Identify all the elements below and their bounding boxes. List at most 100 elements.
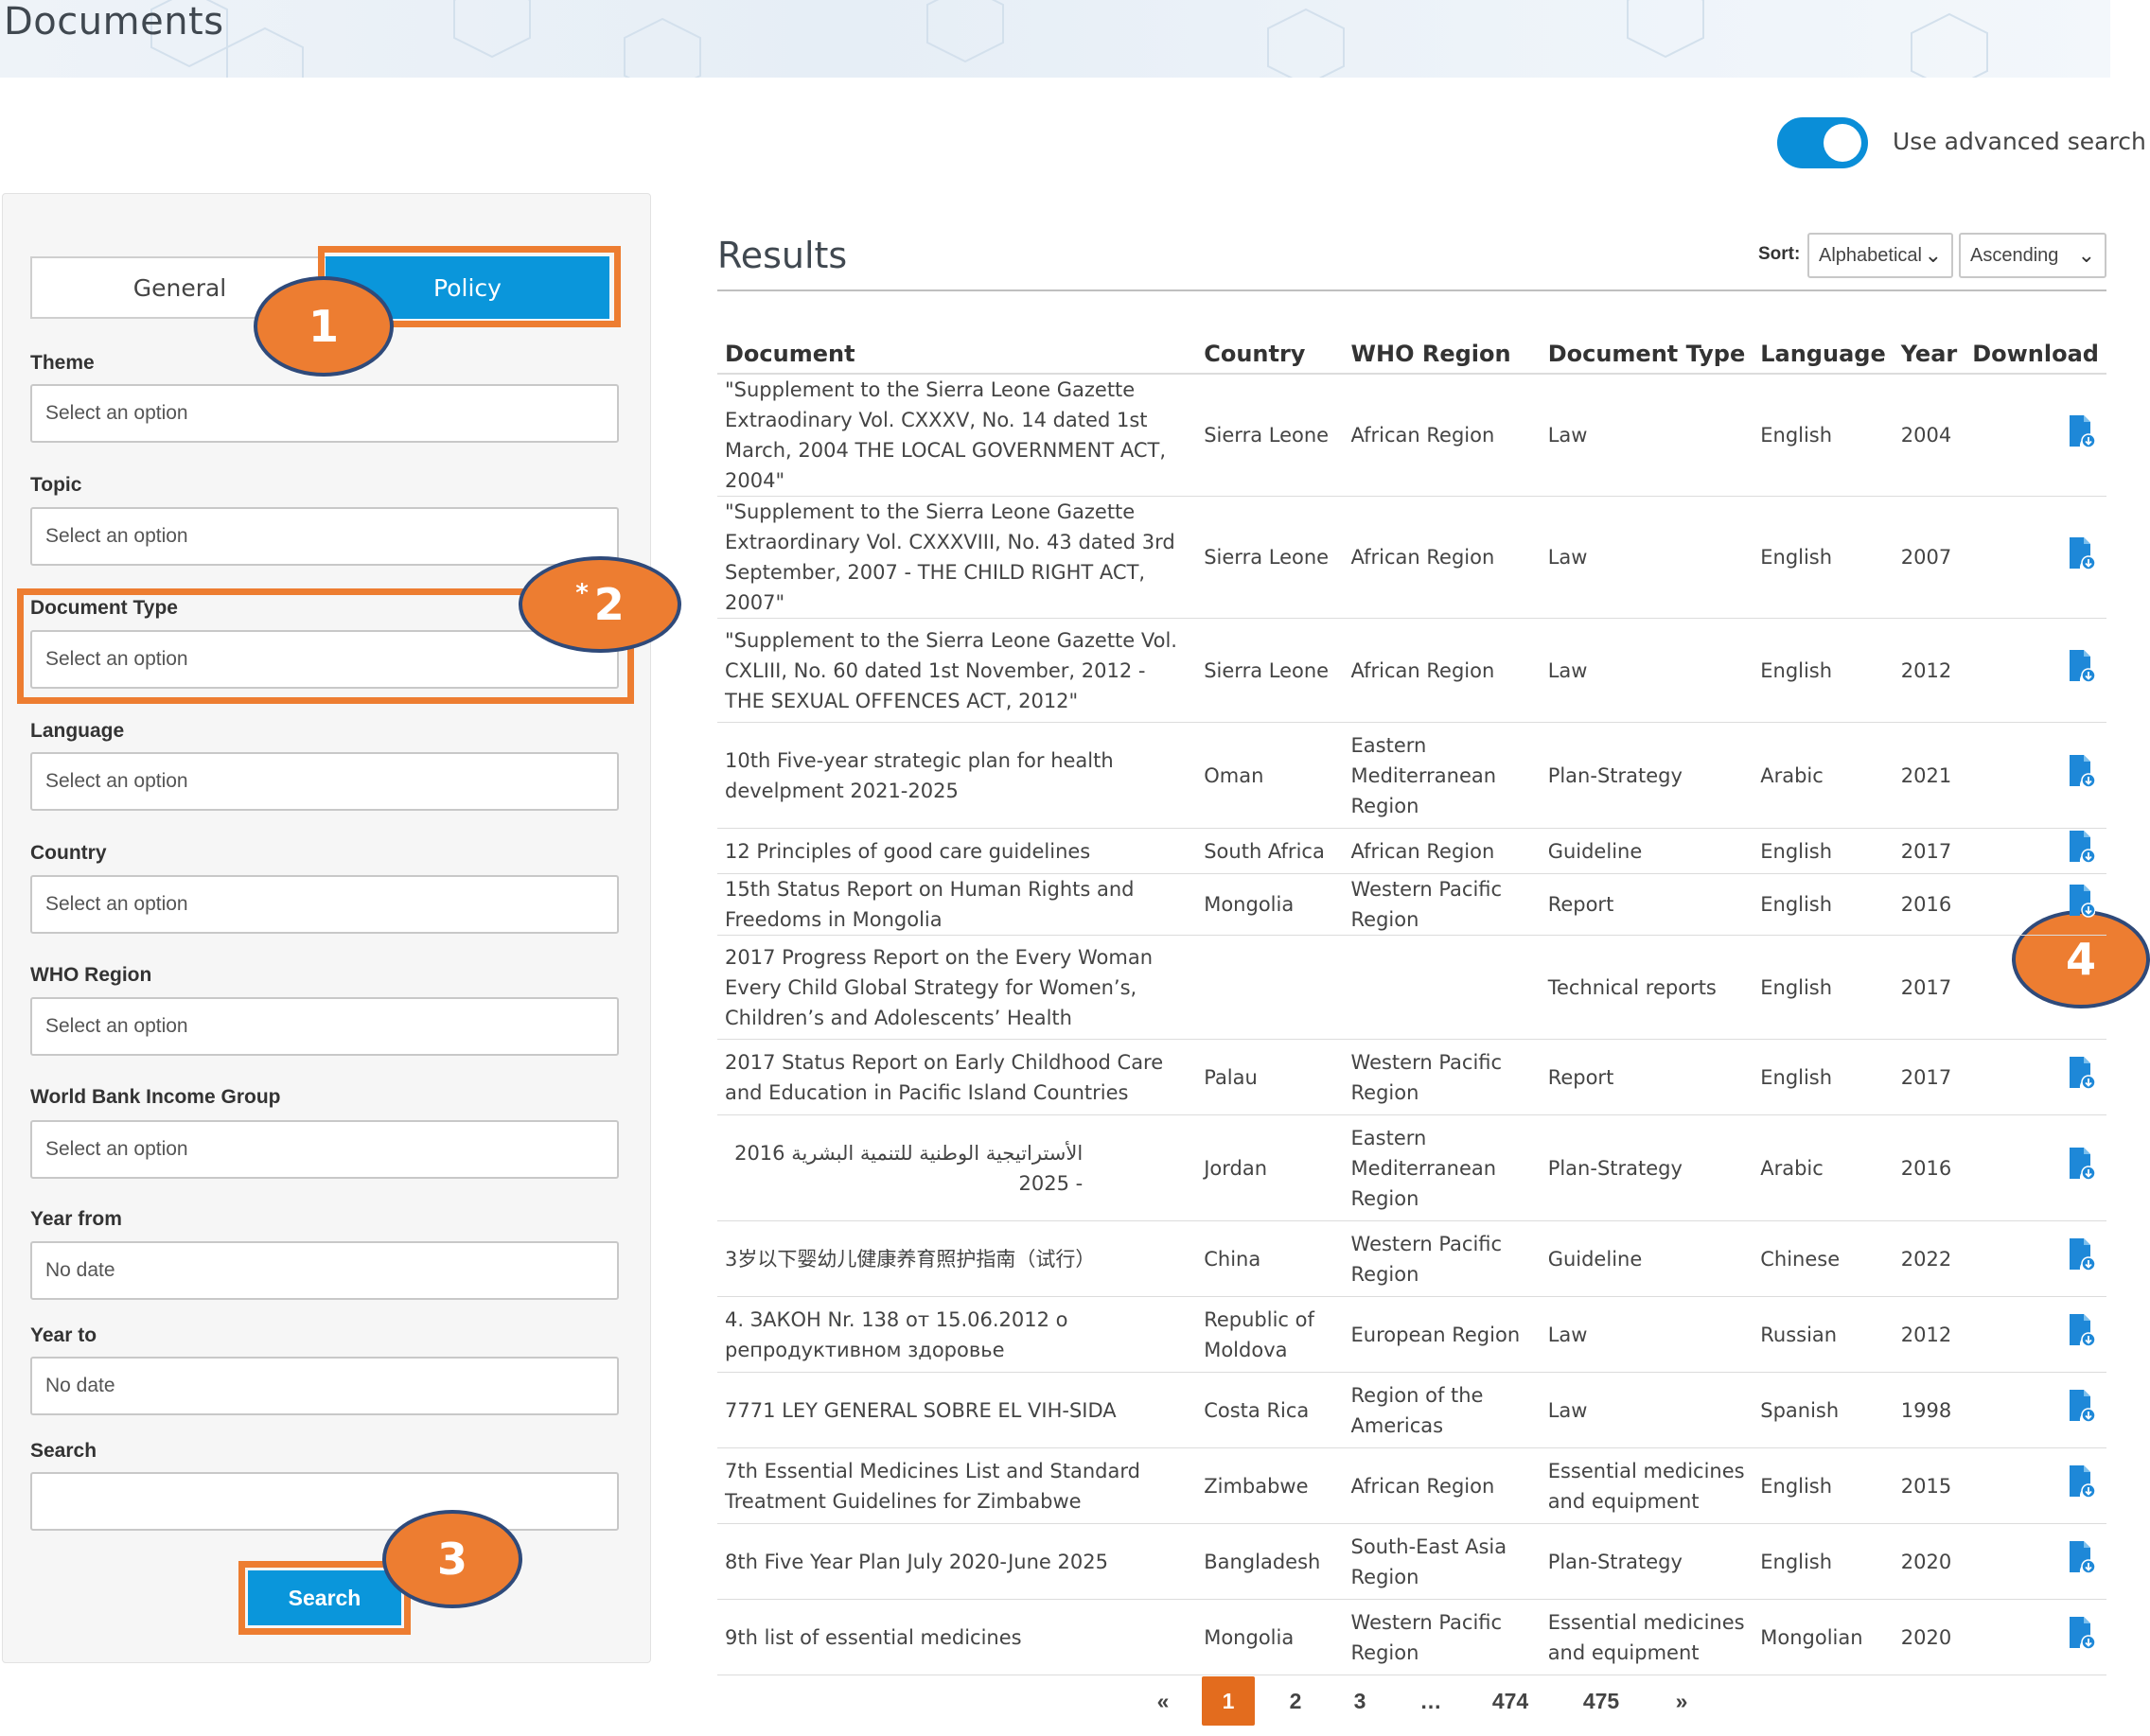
cell-type: Law bbox=[1540, 1372, 1753, 1448]
table-row[interactable]: 2017 Status Report on Early Childhood Ca… bbox=[717, 1039, 2106, 1115]
download-icon[interactable] bbox=[2067, 1540, 2095, 1574]
cell-download bbox=[1965, 873, 2106, 936]
column-header[interactable]: Year bbox=[1893, 320, 1965, 375]
pagination-ellipsis: … bbox=[1419, 1688, 1442, 1713]
pagination-page[interactable]: 1 bbox=[1202, 1676, 1255, 1726]
download-icon[interactable] bbox=[2067, 830, 2095, 864]
table-row[interactable]: 3岁以下婴幼儿健康养育照护指南（试行） China Western Pacific … bbox=[717, 1220, 2106, 1297]
cell-document[interactable]: "Supplement to the Sierra Leone Gazette … bbox=[717, 496, 1197, 619]
cell-year: 2015 bbox=[1893, 1447, 1965, 1524]
table-row[interactable]: 8th Five Year Plan July 2020-June 2025 Ba… bbox=[717, 1523, 2106, 1600]
pagination-page[interactable]: 474 bbox=[1484, 1676, 1537, 1726]
column-header[interactable]: Document Type bbox=[1540, 320, 1753, 375]
cell-document[interactable]: 3岁以下婴幼儿健康养育照护指南（试行） bbox=[717, 1220, 1197, 1297]
pagination-page[interactable]: 2 bbox=[1279, 1676, 1312, 1726]
chevron-down-icon: ⌄ bbox=[1924, 243, 1942, 267]
download-icon[interactable] bbox=[2067, 1616, 2095, 1650]
column-header[interactable]: WHO Region bbox=[1343, 320, 1541, 375]
cell-document[interactable]: 7771 LEY GENERAL SOBRE EL VIH-SIDA bbox=[717, 1372, 1197, 1448]
cell-document[interactable]: 12 Principles of good care guidelines bbox=[717, 828, 1197, 874]
cell-language: Arabic bbox=[1753, 1114, 1894, 1221]
table-row[interactable]: 12 Principles of good care guidelines Sou… bbox=[717, 828, 2106, 874]
download-icon[interactable] bbox=[2067, 1237, 2095, 1271]
cell-document[interactable]: الأستراتيجية الوطنية للتنمية البشرية 201… bbox=[717, 1114, 1197, 1221]
table-row[interactable]: 10th Five-year strategic plan for health… bbox=[717, 722, 2106, 829]
cell-region: Eastern Mediterranean Region bbox=[1343, 722, 1541, 829]
cell-country: Costa Rica bbox=[1196, 1372, 1344, 1448]
sort-order-select[interactable]: Ascending ⌄ bbox=[1959, 233, 2106, 278]
column-header[interactable]: Download bbox=[1965, 320, 2106, 375]
cell-language: Chinese bbox=[1753, 1220, 1894, 1297]
column-header[interactable]: Country bbox=[1196, 320, 1344, 375]
download-icon[interactable] bbox=[2067, 536, 2095, 570]
cell-document[interactable]: 9th list of essential medicines bbox=[717, 1599, 1197, 1675]
cell-language: Spanish bbox=[1753, 1372, 1894, 1448]
download-icon[interactable] bbox=[2067, 884, 2095, 918]
advanced-search-toggle[interactable] bbox=[1777, 117, 1868, 168]
table-row[interactable]: 7th Essential Medicines List and Standar… bbox=[717, 1447, 2106, 1524]
table-row[interactable]: "Supplement to the Sierra Leone Gazette … bbox=[717, 496, 2106, 619]
cell-document[interactable]: 7th Essential Medicines List and Standar… bbox=[717, 1447, 1197, 1524]
cell-document[interactable]: 8th Five Year Plan July 2020-June 2025 bbox=[717, 1523, 1197, 1600]
language-select[interactable]: Select an option bbox=[30, 752, 619, 811]
who-region-select[interactable]: Select an option bbox=[30, 997, 619, 1056]
table-row[interactable]: "Supplement to the Sierra Leone Gazette … bbox=[717, 374, 2106, 497]
results-header-row: Document Country WHO Region Document Typ… bbox=[717, 320, 2106, 375]
cell-download bbox=[1965, 1114, 2106, 1221]
cell-year: 2017 bbox=[1893, 1039, 1965, 1115]
pagination-page[interactable]: 475 bbox=[1575, 1676, 1628, 1726]
table-row[interactable]: 4. ЗАКОН Nr. 138 от 15.06.2012 о репроду… bbox=[717, 1296, 2106, 1373]
table-row[interactable]: الأستراتيجية الوطنية للتنمية البشرية 201… bbox=[717, 1114, 2106, 1221]
cell-document[interactable]: 10th Five-year strategic plan for health… bbox=[717, 722, 1197, 829]
table-row[interactable]: 9th list of essential medicines Mongolia W… bbox=[717, 1599, 2106, 1675]
table-row[interactable]: 2017 Progress Report on the Every Woman … bbox=[717, 935, 2106, 1040]
cell-document[interactable]: 15th Status Report on Human Rights and F… bbox=[717, 873, 1197, 936]
download-icon[interactable] bbox=[2067, 414, 2095, 448]
cell-year: 1998 bbox=[1893, 1372, 1965, 1448]
search-input[interactable] bbox=[30, 1472, 619, 1531]
download-icon[interactable] bbox=[2067, 1056, 2095, 1090]
theme-label: Theme bbox=[30, 352, 95, 374]
year-from-input[interactable]: No date bbox=[30, 1241, 619, 1300]
cell-region: Region of the Americas bbox=[1343, 1372, 1541, 1448]
column-header[interactable]: Language bbox=[1753, 320, 1894, 375]
table-row[interactable]: 15th Status Report on Human Rights and F… bbox=[717, 873, 2106, 936]
pagination-next[interactable]: » bbox=[1665, 1676, 1698, 1726]
cell-language: English bbox=[1753, 1523, 1894, 1600]
download-icon[interactable] bbox=[2067, 1147, 2095, 1181]
cell-type: Technical reports bbox=[1540, 935, 1753, 1040]
theme-select[interactable]: Select an option bbox=[30, 384, 619, 443]
cell-document[interactable]: "Supplement to the Sierra Leone Gazette … bbox=[717, 374, 1197, 497]
advanced-search-label: Use advanced search bbox=[1893, 128, 2146, 155]
income-group-select[interactable]: Select an option bbox=[30, 1120, 619, 1179]
sort-by-select[interactable]: Alphabetical ⌄ bbox=[1807, 233, 1953, 278]
cell-region: African Region bbox=[1343, 828, 1541, 874]
download-icon[interactable] bbox=[2067, 1313, 2095, 1347]
download-icon[interactable] bbox=[2067, 1464, 2095, 1499]
table-row[interactable]: "Supplement to the Sierra Leone Gazette … bbox=[717, 618, 2106, 723]
download-icon[interactable] bbox=[2067, 754, 2095, 788]
cell-type: Plan-Strategy bbox=[1540, 1114, 1753, 1221]
table-row[interactable]: 7771 LEY GENERAL SOBRE EL VIH-SIDA Costa … bbox=[717, 1372, 2106, 1448]
cell-year: 2012 bbox=[1893, 1296, 1965, 1373]
cell-document[interactable]: 4. ЗАКОН Nr. 138 от 15.06.2012 о репроду… bbox=[717, 1296, 1197, 1373]
pagination-page[interactable]: 3 bbox=[1344, 1676, 1376, 1726]
column-header[interactable]: Document bbox=[717, 320, 1197, 375]
country-select[interactable]: Select an option bbox=[30, 875, 619, 934]
cell-region: Eastern Mediterranean Region bbox=[1343, 1114, 1541, 1221]
cell-document[interactable]: "Supplement to the Sierra Leone Gazette … bbox=[717, 618, 1197, 723]
cell-document[interactable]: 2017 Progress Report on the Every Woman … bbox=[717, 935, 1197, 1040]
topic-select[interactable]: Select an option bbox=[30, 507, 619, 566]
cell-region: African Region bbox=[1343, 1447, 1541, 1524]
download-icon[interactable] bbox=[2067, 649, 2095, 683]
cell-download bbox=[1965, 828, 2106, 874]
page-title: Documents bbox=[4, 0, 224, 44]
year-to-input[interactable]: No date bbox=[30, 1357, 619, 1415]
cell-region: South-East Asia Region bbox=[1343, 1523, 1541, 1600]
cell-document[interactable]: 2017 Status Report on Early Childhood Ca… bbox=[717, 1039, 1197, 1115]
pagination-prev[interactable]: « bbox=[1147, 1676, 1179, 1726]
cell-region: Western Pacific Region bbox=[1343, 1039, 1541, 1115]
cell-download bbox=[1965, 722, 2106, 829]
download-icon[interactable] bbox=[2067, 1389, 2095, 1423]
cell-type: Essential medicines and equipment bbox=[1540, 1447, 1753, 1524]
